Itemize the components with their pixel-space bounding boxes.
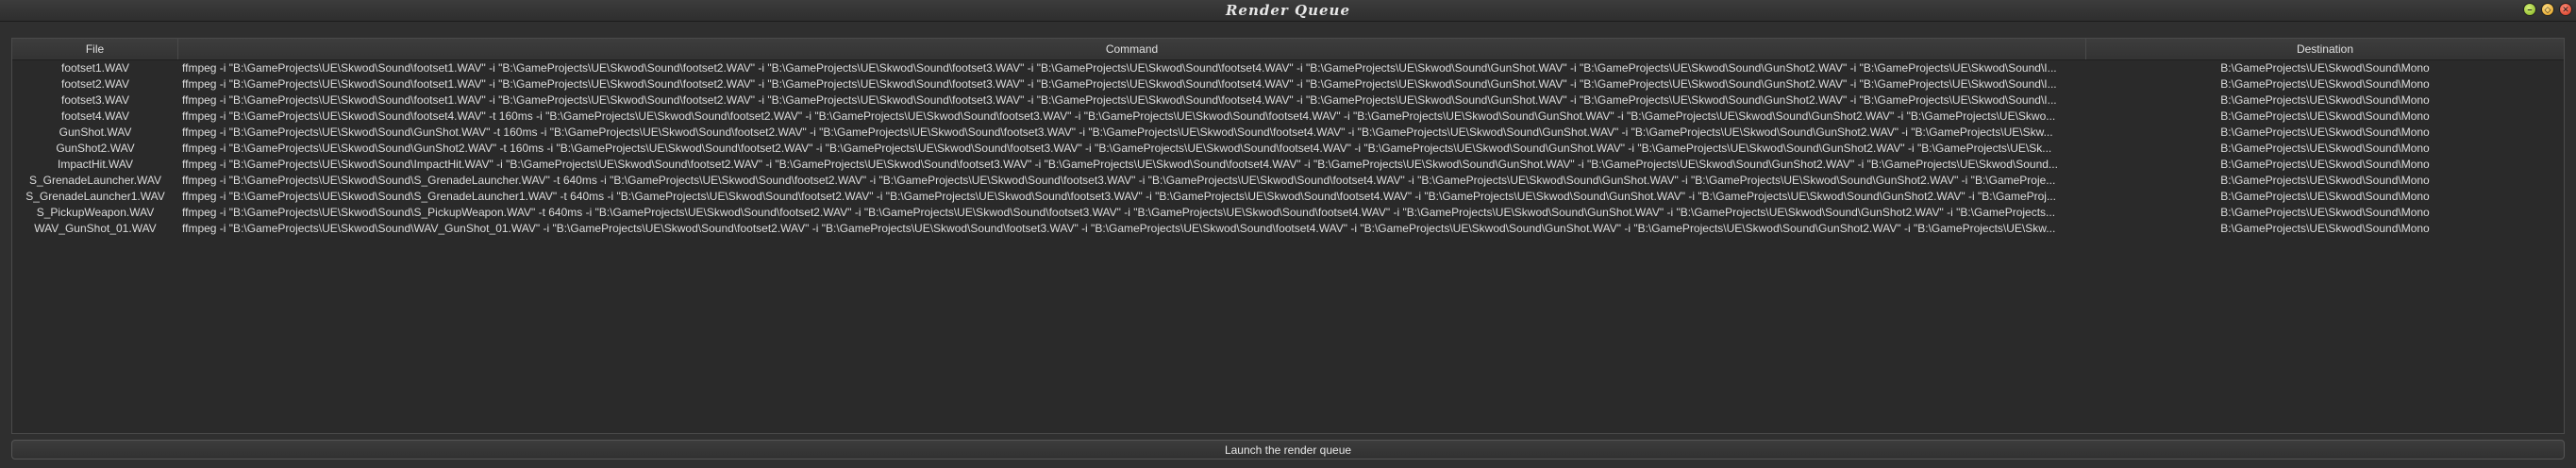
file-cell: WAV_GunShot_01.WAV [34,222,157,235]
file-cell: ImpactHit.WAV [57,158,133,171]
command-cell: ffmpeg -i "B:\GameProjects\UE\Skwod\Soun… [182,125,2053,139]
maximize-button[interactable]: ◇ [2541,3,2554,16]
table-row[interactable]: GunShot.WAV ffmpeg -i "B:\GameProjects\U… [12,125,2564,141]
command-cell: ffmpeg -i "B:\GameProjects\UE\Skwod\Soun… [182,77,2057,91]
destination-cell: B:\GameProjects\UE\Skwod\Sound\Mono [2220,222,2430,235]
column-header-command[interactable]: Command [178,39,2086,59]
file-cell: S_GrenadeLauncher1.WAV [25,190,165,203]
file-cell: footset4.WAV [60,109,130,123]
table-row[interactable]: S_PickupWeapon.WAV ffmpeg -i "B:\GamePro… [12,205,2564,221]
command-cell: ffmpeg -i "B:\GameProjects\UE\Skwod\Soun… [182,93,2057,107]
file-cell: GunShot2.WAV [56,142,135,155]
file-cell: GunShot.WAV [59,125,132,139]
destination-cell: B:\GameProjects\UE\Skwod\Sound\Mono [2220,142,2430,155]
table-row[interactable]: footset2.WAV ffmpeg -i "B:\GameProjects\… [12,76,2564,92]
destination-cell: B:\GameProjects\UE\Skwod\Sound\Mono [2220,109,2430,123]
column-header-destination[interactable]: Destination [2086,39,2564,59]
column-header-file[interactable]: File [12,39,178,59]
command-cell: ffmpeg -i "B:\GameProjects\UE\Skwod\Soun… [182,61,2057,75]
title-bar[interactable]: Render Queue – ◇ ✕ [0,0,2576,22]
window-title: Render Queue [1225,2,1351,19]
close-button[interactable]: ✕ [2559,3,2572,16]
table-row[interactable]: ImpactHit.WAV ffmpeg -i "B:\GameProjects… [12,157,2564,173]
destination-cell: B:\GameProjects\UE\Skwod\Sound\Mono [2220,158,2430,171]
table-row[interactable]: footset4.WAV ffmpeg -i "B:\GameProjects\… [12,109,2564,125]
command-cell: ffmpeg -i "B:\GameProjects\UE\Skwod\Soun… [182,190,2056,203]
command-cell: ffmpeg -i "B:\GameProjects\UE\Skwod\Soun… [182,174,2056,187]
command-cell: ffmpeg -i "B:\GameProjects\UE\Skwod\Soun… [182,142,2052,155]
command-cell: ffmpeg -i "B:\GameProjects\UE\Skwod\Soun… [182,222,2056,235]
table-row[interactable]: GunShot2.WAV ffmpeg -i "B:\GameProjects\… [12,141,2564,157]
maximize-icon: ◇ [2544,4,2551,14]
destination-cell: B:\GameProjects\UE\Skwod\Sound\Mono [2220,190,2430,203]
destination-cell: B:\GameProjects\UE\Skwod\Sound\Mono [2220,206,2430,219]
command-cell: ffmpeg -i "B:\GameProjects\UE\Skwod\Soun… [182,109,2056,123]
destination-cell: B:\GameProjects\UE\Skwod\Sound\Mono [2220,174,2430,187]
file-cell: S_PickupWeapon.WAV [36,206,155,219]
close-icon: ✕ [2562,4,2569,14]
destination-cell: B:\GameProjects\UE\Skwod\Sound\Mono [2220,61,2430,75]
file-cell: footset2.WAV [60,77,130,91]
file-cell: S_GrenadeLauncher.WAV [28,174,162,187]
file-cell: footset3.WAV [60,93,130,107]
table-row[interactable]: S_GrenadeLauncher1.WAV ffmpeg -i "B:\Gam… [12,189,2564,205]
table-row[interactable]: footset3.WAV ffmpeg -i "B:\GameProjects\… [12,92,2564,109]
minimize-button[interactable]: – [2523,3,2536,16]
destination-cell: B:\GameProjects\UE\Skwod\Sound\Mono [2220,93,2430,107]
table-row[interactable]: S_GrenadeLauncher.WAV ffmpeg -i "B:\Game… [12,173,2564,189]
destination-cell: B:\GameProjects\UE\Skwod\Sound\Mono [2220,77,2430,91]
minimize-icon: – [2527,4,2533,14]
table-body: footset1.WAV ffmpeg -i "B:\GameProjects\… [12,60,2564,237]
table-row[interactable]: footset1.WAV ffmpeg -i "B:\GameProjects\… [12,60,2564,76]
file-cell: footset1.WAV [60,61,130,75]
table-header: File Command Destination [12,39,2564,60]
table-row[interactable]: WAV_GunShot_01.WAV ffmpeg -i "B:\GamePro… [12,221,2564,237]
render-queue-window: Render Queue – ◇ ✕ File Command Destinat… [0,0,2576,468]
command-cell: ffmpeg -i "B:\GameProjects\UE\Skwod\Soun… [182,158,2058,171]
destination-cell: B:\GameProjects\UE\Skwod\Sound\Mono [2220,125,2430,139]
command-cell: ffmpeg -i "B:\GameProjects\UE\Skwod\Soun… [182,206,2056,219]
launch-render-queue-button[interactable]: Launch the render queue [11,440,2565,460]
render-queue-table[interactable]: File Command Destination footset1.WAV ff… [11,38,2565,434]
